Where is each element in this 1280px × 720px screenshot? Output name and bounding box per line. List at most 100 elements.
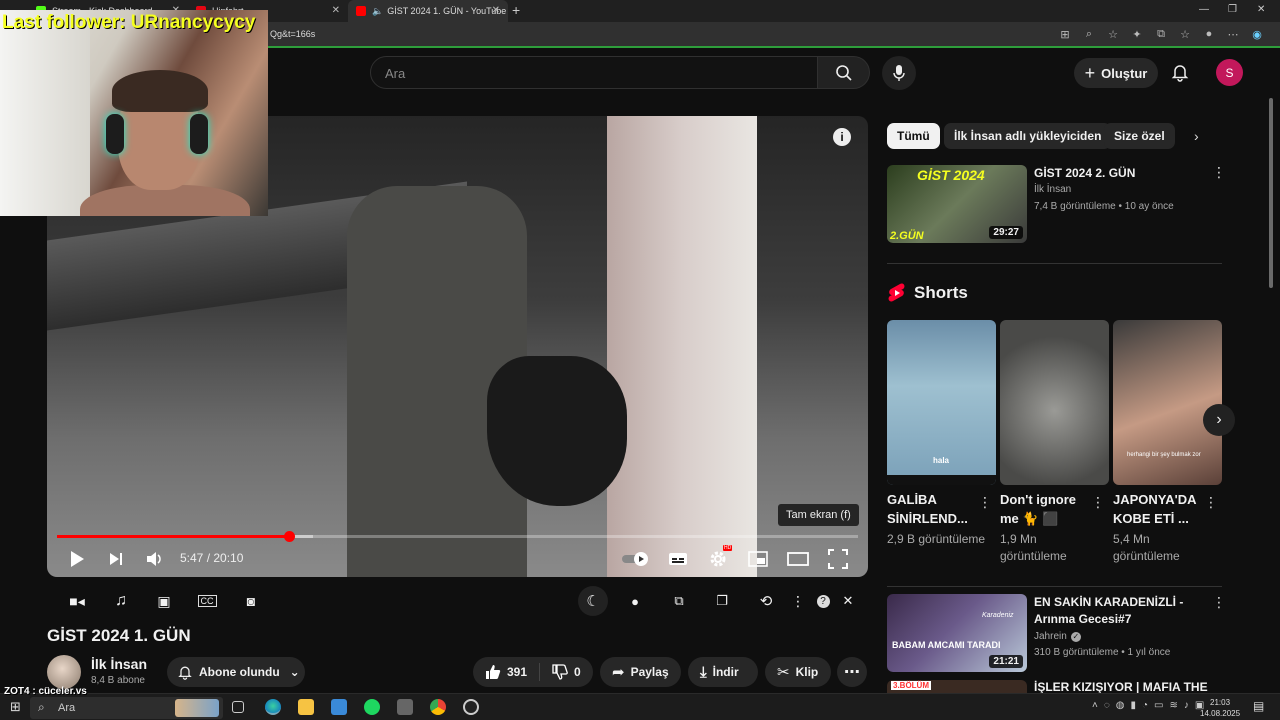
kebab-icon[interactable]: ⋮ <box>1091 495 1105 509</box>
file-explorer-icon[interactable] <box>298 699 314 715</box>
zoom-icon[interactable]: ⌕ <box>1082 28 1096 41</box>
mail-icon[interactable] <box>331 699 347 715</box>
miniplayer-button[interactable] <box>746 548 770 570</box>
new-tab-icon[interactable]: + <box>512 2 520 18</box>
short-title[interactable]: GALİBA SİNİRLEND... <box>887 490 977 528</box>
chrome-icon[interactable] <box>430 699 446 715</box>
close-panel-button[interactable]: ✕ <box>837 590 859 612</box>
windows-start-icon[interactable]: ⊞ <box>10 699 21 715</box>
spotify-icon[interactable] <box>364 699 380 715</box>
star-icon[interactable]: ☆ <box>1106 28 1120 41</box>
chevron-right-icon[interactable]: › <box>1194 128 1199 144</box>
recommendation-channel[interactable]: Jahrein ✓ <box>1034 629 1081 645</box>
scrollbar-thumb[interactable] <box>1269 98 1273 288</box>
profile-icon[interactable]: ● <box>1202 28 1216 41</box>
account-avatar[interactable]: S <box>1216 59 1243 86</box>
scrubber-handle[interactable] <box>284 531 296 542</box>
recommendation-title[interactable]: İŞLER KIZIŞIYOR | MAFIA THE <box>1034 679 1208 693</box>
tab-youtube[interactable]: 🔈 GİST 2024 1. GÜN - YouTube ✕ <box>348 0 508 22</box>
extensions-icon[interactable]: ✦ <box>1130 28 1144 41</box>
channel-avatar[interactable] <box>47 655 81 689</box>
recommendation-channel[interactable]: İlk İnsan <box>1034 182 1071 198</box>
favorites-icon[interactable]: ☆ <box>1178 28 1192 41</box>
channel-name[interactable]: İlk İnsan <box>91 656 147 672</box>
like-button[interactable]: 391 <box>485 664 527 680</box>
copilot-icon[interactable]: ◉ <box>1250 28 1264 41</box>
short-title[interactable]: JAPONYA'DA KOBE ETİ ... <box>1113 490 1203 528</box>
theater-mode-button[interactable] <box>786 548 810 570</box>
recommendation-thumbnail[interactable]: GİST 2024 2.GÜN 29:27 <box>887 165 1027 243</box>
shorts-next-button[interactable]: › <box>1203 404 1235 436</box>
close-tab-icon[interactable]: ✕ <box>332 5 340 16</box>
bell-icon <box>178 666 192 680</box>
recommendation-thumbnail[interactable]: 3.BÖLÜM <box>887 680 1027 693</box>
image-button[interactable]: ▣ <box>153 590 175 612</box>
info-icon[interactable]: i <box>833 128 851 146</box>
loop-button[interactable]: ⟲ <box>755 590 777 612</box>
taskbar-clock[interactable]: 21:03 14.08.2025 <box>1200 697 1240 719</box>
app-icon[interactable]: ⊞ <box>1058 28 1072 41</box>
next-button[interactable] <box>104 548 128 570</box>
chevron-down-icon: ⌄ <box>289 665 300 679</box>
record-video-button[interactable]: ■◂ <box>66 590 88 612</box>
subtitles-button[interactable] <box>666 548 690 570</box>
chip-for-you[interactable]: Size özel <box>1104 123 1175 149</box>
download-button[interactable]: ⤓ İndir <box>688 657 758 687</box>
lightbulb-button[interactable]: ● <box>624 590 646 612</box>
create-button[interactable]: + Oluştur <box>1074 58 1158 88</box>
kebab-icon[interactable]: ⋮ <box>1212 595 1226 609</box>
kebab-icon[interactable]: ⋮ <box>1204 495 1218 509</box>
task-view-icon[interactable] <box>232 701 244 713</box>
audio-button[interactable]: ♫ <box>110 590 132 612</box>
taskbar-search-label: Ara <box>58 702 76 714</box>
kebab-icon[interactable]: ⋮ <box>1212 165 1226 179</box>
calculator-icon[interactable] <box>397 699 413 715</box>
clip-button[interactable]: ✂ Klip <box>765 657 831 687</box>
page-scrollbar[interactable] <box>1268 48 1274 688</box>
maximize-icon[interactable]: ❐ <box>1228 4 1237 15</box>
close-window-icon[interactable]: ✕ <box>1257 4 1265 15</box>
notification-icon[interactable]: ▤ <box>1253 699 1264 713</box>
more-options-button[interactable]: ⋮ <box>787 590 809 612</box>
search-button[interactable] <box>818 56 870 89</box>
short-thumbnail[interactable]: herhangi bir şey bulmak zor <box>1113 320 1222 485</box>
recommendation-thumbnail[interactable]: Karadeniz BABAM AMCAMI TARADI 21:21 <box>887 594 1027 672</box>
split-icon[interactable]: ⧉ <box>1154 28 1168 41</box>
close-tab-icon[interactable]: ✕ <box>492 5 500 16</box>
recommendation-title[interactable]: EN SAKİN KARADENİZLİ - Arınma Gecesi#7 <box>1034 594 1202 628</box>
chip-all[interactable]: Tümü <box>887 123 940 149</box>
recommendation-title[interactable]: GİST 2024 2. GÜN <box>1034 165 1135 182</box>
obs-icon[interactable] <box>463 699 479 715</box>
dark-mode-button[interactable]: ☾ <box>578 586 608 616</box>
short-title[interactable]: Don't ignore me 🐈 ⬛ <box>1000 490 1090 528</box>
dislike-button[interactable]: 0 <box>552 664 581 680</box>
short-thumbnail[interactable] <box>1000 320 1109 485</box>
more-actions-button[interactable]: ⋯ <box>837 657 867 687</box>
kebab-icon[interactable]: ⋮ <box>978 495 992 509</box>
voice-search-button[interactable] <box>882 56 916 90</box>
edge-icon[interactable] <box>265 699 281 715</box>
progress-bar[interactable] <box>57 531 858 542</box>
share-button[interactable]: ➦ Paylaş <box>600 657 681 687</box>
volume-button[interactable] <box>143 548 167 570</box>
play-button[interactable] <box>65 548 89 570</box>
stack-button[interactable]: ❐ <box>711 590 733 612</box>
search-input[interactable]: Ara <box>370 56 818 89</box>
popout-button[interactable]: ⧉ <box>668 590 690 612</box>
help-button[interactable]: ? <box>812 590 834 612</box>
more-icon[interactable]: ⋯ <box>1226 28 1240 41</box>
chip-from-uploader[interactable]: İlk İnsan adlı yükleyiciden <box>944 123 1112 149</box>
taskbar-search[interactable]: ⌕ Ara <box>30 697 223 719</box>
minimize-icon[interactable]: — <box>1199 4 1209 15</box>
settings-button[interactable] <box>706 548 730 570</box>
loop-icon: ⟲ <box>759 593 773 610</box>
captions-button[interactable]: CC <box>196 590 218 612</box>
url-field[interactable]: Qg&t=166s <box>270 29 315 39</box>
fullscreen-button[interactable] <box>826 548 850 570</box>
notifications-button[interactable] <box>1170 62 1190 87</box>
short-thumbnail[interactable]: hala <box>887 320 996 485</box>
tray-icons[interactable]: ˄◌◍▮◔▭≋♪▣ <box>1092 700 1210 711</box>
screenshot-button[interactable]: ◙ <box>240 590 262 612</box>
subscribe-button[interactable]: Abone olundu ⌄ <box>167 657 305 687</box>
autoplay-toggle[interactable] <box>621 548 651 570</box>
